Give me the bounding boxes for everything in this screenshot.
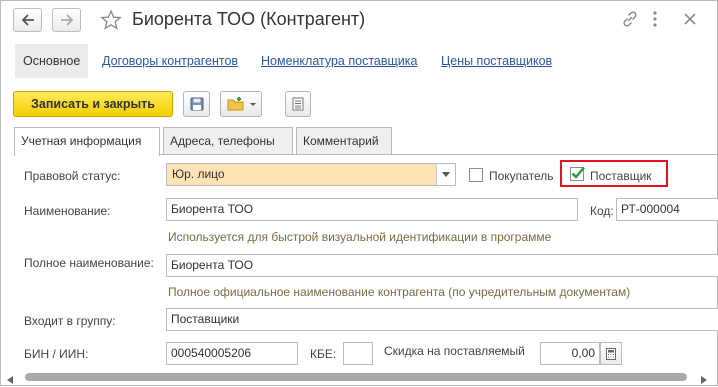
code-label: Код:: [590, 204, 614, 218]
dropdown-arrow-icon[interactable]: [436, 164, 455, 185]
buyer-label: Покупатель: [489, 169, 554, 183]
scroll-right-icon[interactable]: [701, 373, 707, 387]
discount-label: Скидка на поставляемый: [384, 344, 525, 358]
legal-status-value: Юр. лицо: [172, 167, 225, 181]
nav-tab-contracts[interactable]: Договоры контрагентов: [102, 44, 238, 78]
link-icon[interactable]: [621, 10, 639, 31]
horizontal-scrollbar[interactable]: [3, 370, 715, 384]
code-input[interactable]: РТ-000004: [616, 198, 718, 221]
favorite-star-icon[interactable]: [100, 9, 122, 34]
arrow-right-icon: [60, 14, 73, 26]
nav-tab-supplier-prices[interactable]: Цены поставщиков: [441, 44, 552, 78]
arrow-left-icon: [21, 14, 34, 26]
full-name-label: Полное наименование:: [24, 256, 154, 270]
scrollbar-thumb[interactable]: [25, 373, 687, 381]
nav-tab-main[interactable]: Основное: [15, 44, 89, 78]
name-label: Наименование:: [24, 204, 111, 218]
legal-status-label: Правовой статус:: [24, 169, 121, 183]
forward-button[interactable]: [52, 8, 81, 32]
buyer-checkbox[interactable]: [469, 168, 483, 182]
create-based-on-button[interactable]: [220, 91, 262, 117]
bin-input[interactable]: 000540005206: [166, 342, 298, 365]
save-and-close-button[interactable]: Записать и закрыть: [13, 91, 173, 117]
kbe-input[interactable]: [343, 342, 373, 365]
tab-accounting-info[interactable]: Учетная информация: [14, 127, 160, 156]
supplier-checkbox[interactable]: [570, 166, 585, 181]
calculator-button[interactable]: [600, 342, 622, 365]
checkmark-icon: [571, 166, 585, 179]
bin-label: БИН / ИИН:: [24, 347, 89, 361]
more-menu-icon[interactable]: [651, 9, 659, 32]
report-button[interactable]: [285, 91, 311, 117]
back-button[interactable]: [13, 8, 42, 32]
floppy-disk-icon: [190, 97, 203, 111]
folder-add-dropdown-icon: [227, 97, 256, 111]
calculator-icon: [606, 347, 616, 360]
nav-tab-supplier-nomenclature[interactable]: Номенклатура поставщика: [261, 44, 417, 78]
legal-status-select[interactable]: Юр. лицо: [166, 163, 456, 186]
name-hint: Используется для быстрой визуальной иден…: [168, 230, 552, 244]
kbe-label: КБЕ:: [310, 347, 337, 361]
close-icon[interactable]: [684, 13, 696, 28]
save-button[interactable]: [183, 91, 210, 117]
page-title: Биорента ТОО (Контрагент): [132, 9, 366, 29]
full-name-input[interactable]: Биорента ТОО: [166, 254, 718, 277]
tab-addresses-phones[interactable]: Адреса, телефоны: [163, 127, 293, 154]
document-list-icon: [292, 97, 304, 111]
discount-input[interactable]: 0,00: [540, 342, 600, 365]
name-input[interactable]: Биорента ТОО: [166, 198, 578, 221]
supplier-label: Поставщик: [590, 169, 652, 183]
scroll-left-icon[interactable]: [7, 373, 13, 387]
full-name-hint: Полное официальное наименование контраге…: [168, 285, 631, 299]
group-label: Входит в группу:: [24, 314, 116, 328]
tab-comment[interactable]: Комментарий: [296, 127, 392, 154]
group-input[interactable]: Поставщики: [166, 308, 718, 331]
